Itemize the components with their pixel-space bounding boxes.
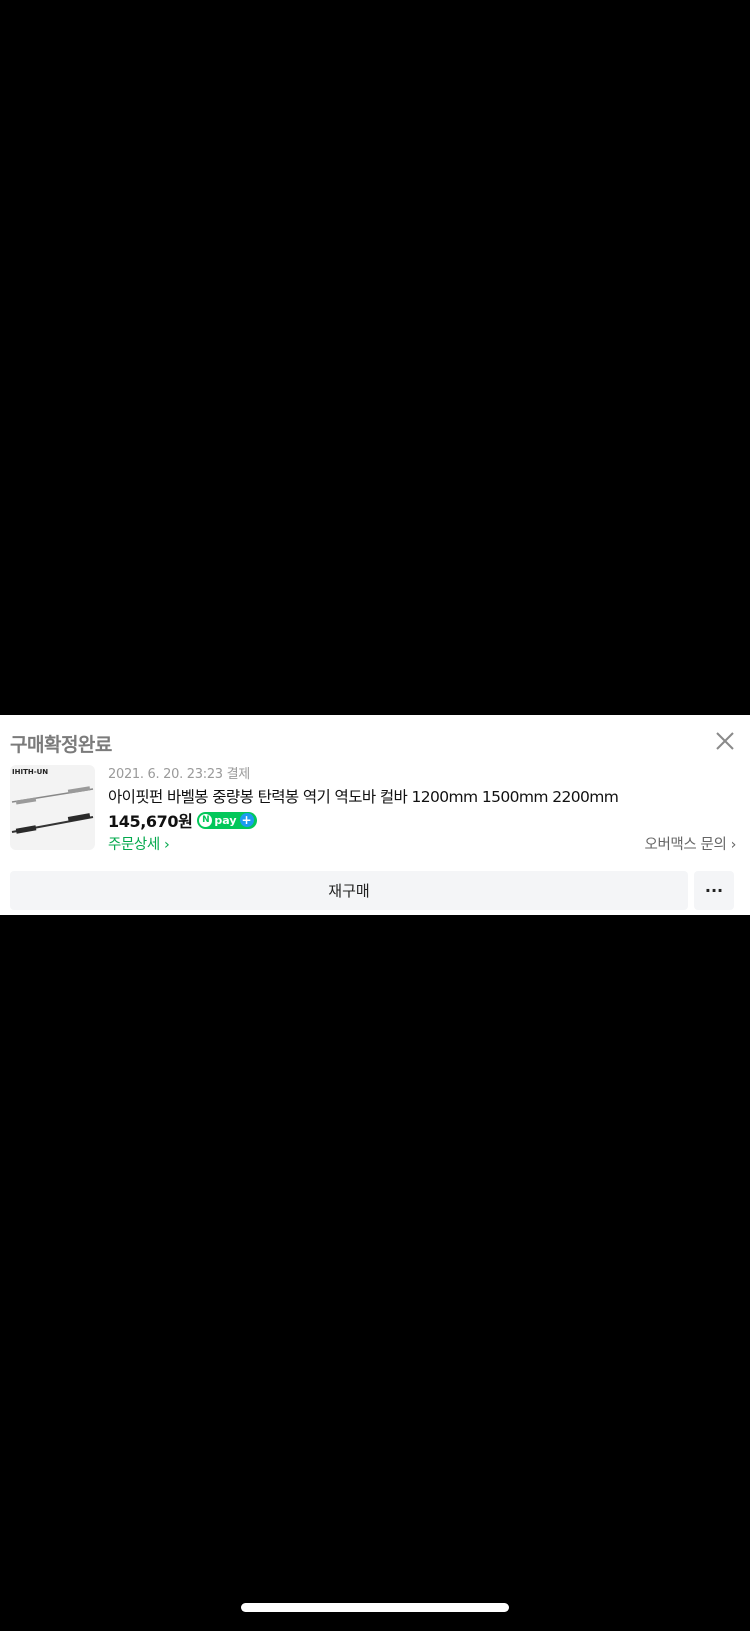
barbell-image (11, 786, 94, 834)
product-thumbnail[interactable]: IHITH-UN (10, 765, 95, 850)
order-card: 구매확정완료 IHITH-UN 2021. 6. 20. 23:23 결제 아이… (0, 715, 750, 915)
product-name[interactable]: 아이핏펀 바벨봉 중량봉 탄력봉 역기 역도바 컬바 1200mm 1500mm… (108, 785, 619, 807)
plus-icon: + (239, 813, 254, 827)
npay-n-icon: N (199, 813, 213, 827)
order-date: 2021. 6. 20. 23:23 결제 (108, 767, 250, 782)
npay-label: pay (214, 813, 237, 827)
price-row: 145,670원 N pay + (108, 808, 257, 832)
order-detail-link[interactable]: 주문상세 › (108, 833, 170, 854)
close-icon[interactable] (714, 730, 736, 752)
rebuy-button[interactable]: 재구매 (10, 871, 688, 910)
product-price: 145,670원 (108, 812, 193, 831)
npay-plus-badge: N pay + (197, 811, 257, 829)
home-indicator[interactable] (241, 1603, 509, 1612)
order-status-title: 구매확정완료 (10, 734, 112, 756)
screen: 구매확정완료 IHITH-UN 2021. 6. 20. 23:23 결제 아이… (0, 0, 750, 1631)
more-options-button[interactable]: ··· (694, 871, 734, 910)
seller-inquiry-link[interactable]: 오버맥스 문의 › (645, 833, 737, 854)
